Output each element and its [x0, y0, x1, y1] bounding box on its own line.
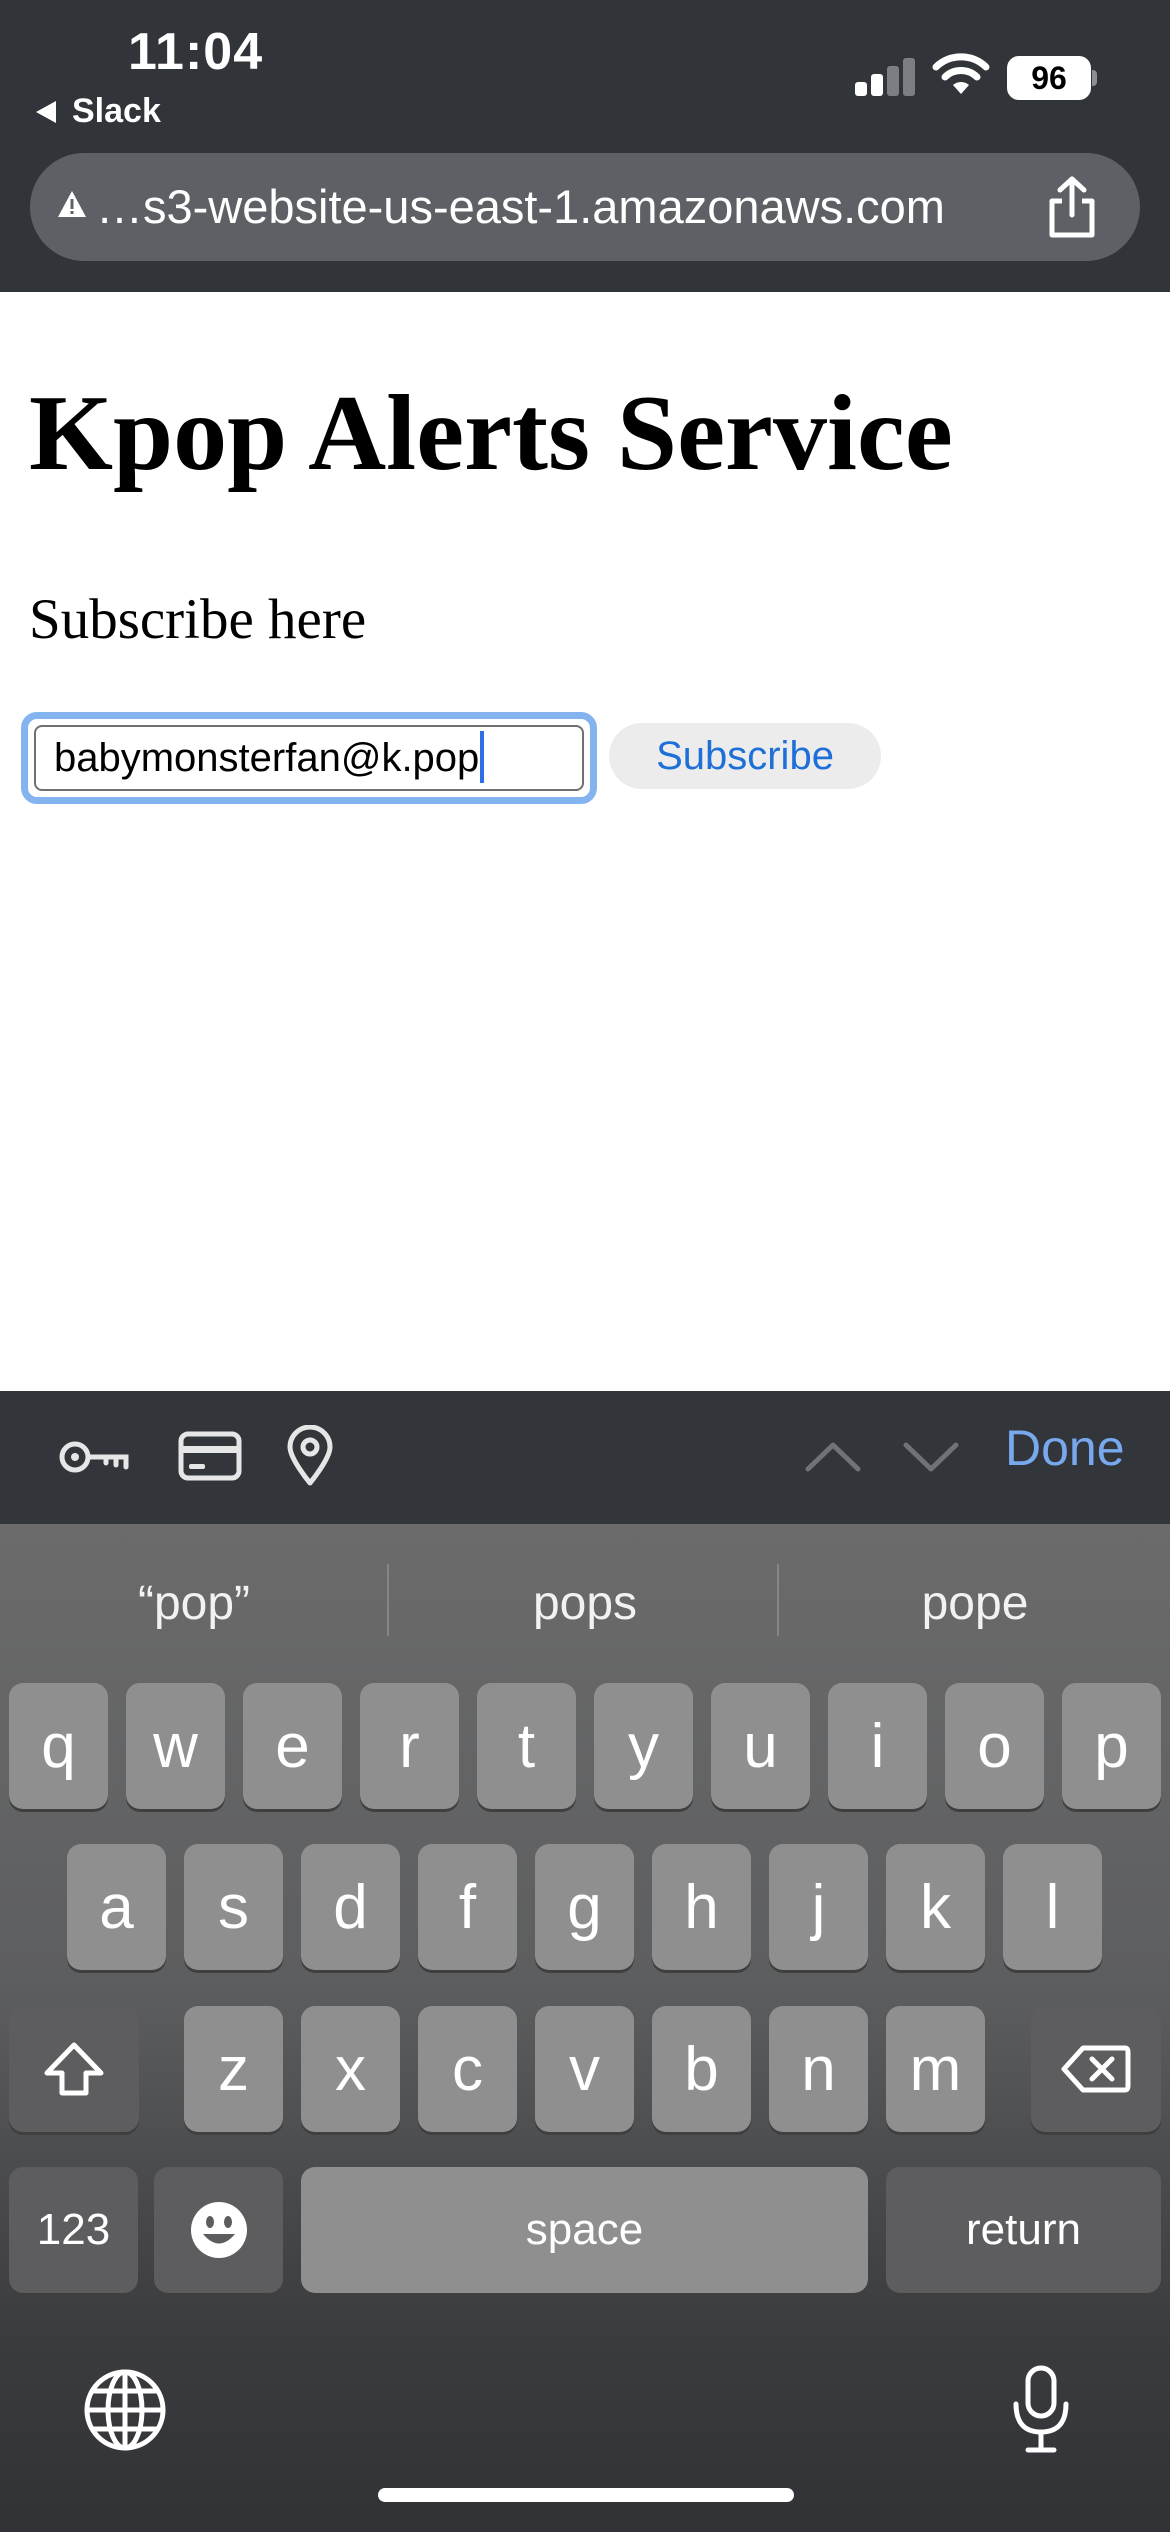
key-z[interactable]: z	[184, 2006, 283, 2132]
key-icon[interactable]	[58, 1437, 130, 1477]
back-app-label: Slack	[72, 92, 161, 130]
key-u[interactable]: u	[711, 1683, 810, 1809]
delete-key[interactable]	[1031, 2006, 1161, 2132]
subscribe-heading: Subscribe here	[29, 588, 367, 651]
key-g[interactable]: g	[535, 1844, 634, 1970]
battery-indicator: 96	[1007, 56, 1091, 100]
emoji-key[interactable]	[154, 2167, 283, 2293]
key-w[interactable]: w	[126, 1683, 225, 1809]
back-triangle-icon	[36, 100, 56, 123]
subscribe-button[interactable]: Subscribe	[609, 723, 881, 789]
key-h[interactable]: h	[652, 1844, 751, 1970]
warning-triangle-icon	[58, 191, 86, 217]
wifi-icon	[932, 53, 990, 94]
suggestion-divider	[387, 1564, 389, 1636]
key-f[interactable]: f	[418, 1844, 517, 1970]
key-t[interactable]: t	[477, 1683, 576, 1809]
share-icon[interactable]	[1042, 175, 1102, 241]
key-x[interactable]: x	[301, 2006, 400, 2132]
key-k[interactable]: k	[886, 1844, 985, 1970]
credit-card-icon[interactable]	[178, 1431, 242, 1481]
url-text: …s3-website-us-east-1.amazonaws.com	[96, 180, 945, 233]
keyboard-accessory-bar: Done	[0, 1391, 1170, 1524]
key-v[interactable]: v	[535, 2006, 634, 2132]
shift-key[interactable]	[9, 2006, 139, 2132]
key-p[interactable]: p	[1062, 1683, 1161, 1809]
key-j[interactable]: j	[769, 1844, 868, 1970]
return-key[interactable]: return	[886, 2167, 1161, 2293]
key-n[interactable]: n	[769, 2006, 868, 2132]
done-button[interactable]: Done	[1005, 1419, 1125, 1477]
chevron-up-icon[interactable]	[804, 1439, 862, 1473]
key-r[interactable]: r	[360, 1683, 459, 1809]
shift-arrow-icon	[44, 2042, 104, 2096]
suggestion-2[interactable]: pops	[395, 1576, 775, 1631]
chevron-down-icon[interactable]	[902, 1439, 960, 1473]
text-caret	[480, 731, 485, 784]
key-c[interactable]: c	[418, 2006, 517, 2132]
backspace-icon	[1061, 2045, 1131, 2093]
email-input-value: babymonsterfan@k.pop	[54, 736, 480, 780]
email-field-focus-ring: babymonsterfan@k.pop	[21, 712, 597, 804]
key-s[interactable]: s	[184, 1844, 283, 1970]
key-d[interactable]: d	[301, 1844, 400, 1970]
key-b[interactable]: b	[652, 2006, 751, 2132]
location-pin-icon[interactable]	[286, 1425, 334, 1487]
key-o[interactable]: o	[945, 1683, 1044, 1809]
key-q[interactable]: q	[9, 1683, 108, 1809]
battery-nub	[1092, 70, 1097, 86]
microphone-icon[interactable]	[1010, 2364, 1072, 2456]
key-e[interactable]: e	[243, 1683, 342, 1809]
globe-icon[interactable]	[82, 2367, 168, 2453]
space-key[interactable]: space	[301, 2167, 868, 2293]
suggestion-divider	[777, 1564, 779, 1636]
software-keyboard: “pop” pops pope q w e r t y u i o p a s …	[0, 1524, 1170, 2532]
key-m[interactable]: m	[886, 2006, 985, 2132]
home-indicator[interactable]	[378, 2488, 794, 2502]
key-i[interactable]: i	[828, 1683, 927, 1809]
emoji-icon	[190, 2202, 247, 2258]
status-time: 11:04	[128, 23, 264, 81]
page-title: Kpop Alerts Service	[29, 374, 953, 493]
suggestion-3[interactable]: pope	[785, 1576, 1165, 1631]
key-a[interactable]: a	[67, 1844, 166, 1970]
back-to-app-link[interactable]: Slack	[36, 92, 161, 131]
address-bar[interactable]: …s3-website-us-east-1.amazonaws.com	[30, 153, 1140, 261]
key-l[interactable]: l	[1003, 1844, 1102, 1970]
suggestion-1[interactable]: “pop”	[4, 1576, 384, 1631]
browser-chrome: 11:04 Slack 96 …s3-website-us-east-1.ama…	[0, 0, 1170, 292]
numbers-key[interactable]: 123	[9, 2167, 138, 2293]
cellular-signal-icon	[855, 56, 915, 96]
email-input[interactable]: babymonsterfan@k.pop	[34, 725, 584, 791]
key-y[interactable]: y	[594, 1683, 693, 1809]
